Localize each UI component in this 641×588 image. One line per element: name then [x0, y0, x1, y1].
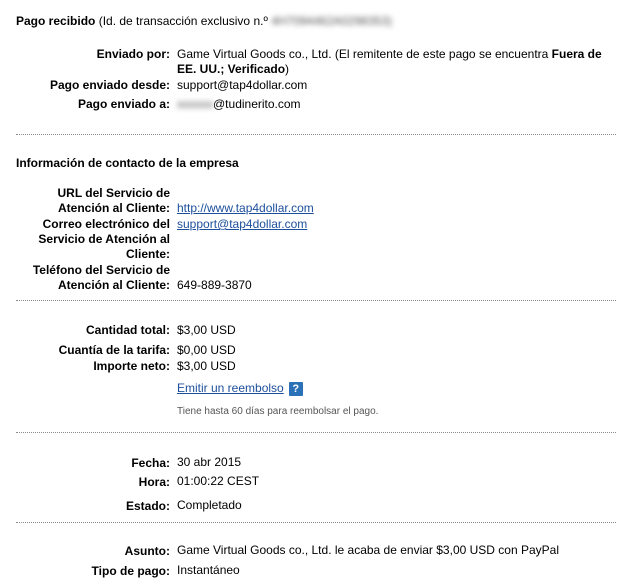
service-phone-label-line2: Atención al Cliente:: [57, 278, 170, 292]
service-email-label-line2: Servicio de Atención al: [38, 232, 170, 246]
page-title: Pago recibido: [16, 14, 96, 28]
service-phone-value: 649-889-3870: [177, 278, 252, 292]
divider: [16, 522, 616, 523]
divider: [16, 300, 616, 301]
status-label: Estado:: [125, 499, 170, 513]
status-value: Completado: [177, 498, 242, 512]
sent-by-value: Game Virtual Goods co., Ltd. (El remiten…: [177, 47, 617, 77]
divider: [16, 134, 616, 135]
help-icon[interactable]: ?: [288, 381, 303, 396]
service-email-label-line3: Cliente:: [125, 247, 170, 261]
payment-type-value: Instantáneo: [177, 563, 240, 577]
issue-refund-link[interactable]: Emitir un reembolso: [177, 381, 284, 395]
sent-to-value: xxxxxx@tudinerito.com: [177, 97, 301, 112]
sent-by-location: Fuera de: [551, 47, 602, 61]
sent-to-domain: @tudinerito.com: [213, 97, 301, 111]
sent-by-close: ): [285, 62, 290, 76]
total-amount-label: Cantidad total:: [86, 323, 170, 337]
divider: [16, 432, 616, 433]
service-url-label-line2: Atención al Cliente:: [57, 201, 170, 215]
fee-amount-label: Cuantía de la tarifa:: [58, 343, 170, 357]
sent-by-label: Enviado por:: [96, 47, 170, 61]
time-value: 01:00:22 CEST: [177, 474, 260, 488]
service-phone-label-line1: Teléfono del Servicio de: [32, 263, 170, 277]
transaction-id: 4H7094462A0298353): [271, 14, 392, 28]
net-amount-label: Importe neto:: [93, 359, 170, 373]
total-amount-value: $3,00 USD: [177, 323, 236, 337]
net-amount-value: $3,00 USD: [177, 359, 236, 373]
date-label: Fecha:: [131, 456, 170, 470]
payment-header: Pago recibido (Id. de transacción exclus…: [16, 14, 392, 28]
sent-from-value: support@tap4dollar.com: [177, 78, 308, 92]
refund-note: Tiene hasta 60 días para reembolsar el p…: [177, 406, 379, 417]
service-url-label-line1: URL del Servicio de: [57, 186, 170, 200]
fee-amount-value: $0,00 USD: [177, 343, 236, 357]
time-label: Hora:: [138, 475, 170, 489]
sent-by-text: Game Virtual Goods co., Ltd. (El remiten…: [177, 47, 549, 61]
sent-to-hidden: xxxxxx: [177, 97, 213, 111]
service-url-label: URL del Servicio de Atención al Cliente:: [0, 186, 170, 216]
sent-to-label: Pago enviado a:: [77, 97, 170, 111]
transaction-prefix: (Id. de transacción exclusivo n.º: [98, 14, 268, 28]
sent-from-label: Pago enviado desde:: [49, 78, 170, 92]
subject-label: Asunto:: [124, 544, 170, 558]
refund-row: Emitir un reembolso?: [177, 381, 303, 396]
service-phone-label: Teléfono del Servicio de Atención al Cli…: [0, 263, 170, 293]
service-url-link[interactable]: http://www.tap4dollar.com: [177, 201, 314, 216]
service-email-label: Correo electrónico del Servicio de Atenc…: [0, 217, 170, 262]
section-title-company: Información de contacto de la empresa: [16, 156, 239, 170]
date-value: 30 abr 2015: [177, 455, 242, 469]
service-email-label-line1: Correo electrónico del: [42, 217, 170, 231]
subject-value: Game Virtual Goods co., Ltd. le acaba de…: [177, 543, 559, 557]
sent-by-verified: EE. UU.; Verificado: [177, 62, 286, 76]
payment-type-label: Tipo de pago:: [91, 564, 170, 578]
service-email-link[interactable]: support@tap4dollar.com: [177, 217, 307, 232]
